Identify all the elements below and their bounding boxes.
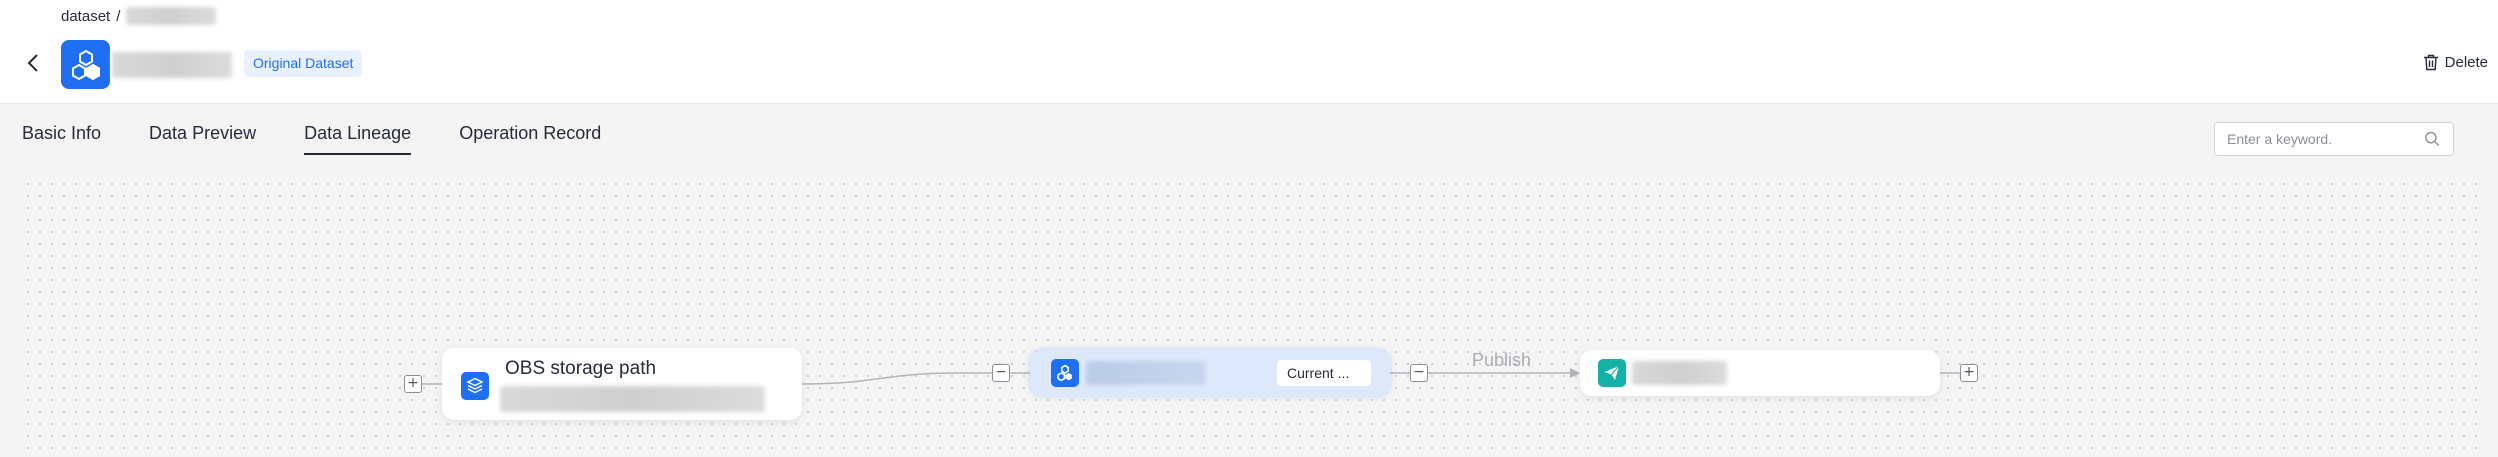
source-node-path-redacted [500,386,765,412]
expand-downstream-toggle[interactable]: + [1960,364,1978,382]
search-box [2214,122,2454,156]
source-node-icon [461,372,489,400]
delete-button[interactable]: Delete [2423,54,2488,71]
breadcrumb: dataset / [61,7,217,25]
back-button[interactable] [22,50,44,76]
hexagons-icon [1057,364,1072,382]
lineage-canvas[interactable] [22,178,2478,457]
edge-label-publish: Publish [1472,350,1532,370]
tab-data-preview[interactable]: Data Preview [149,123,256,155]
breadcrumb-current-redacted [126,7,217,25]
tab-data-lineage[interactable]: Data Lineage [304,123,412,155]
tab-operation-record[interactable]: Operation Record [459,123,601,155]
expand-upstream-toggle[interactable]: + [404,375,422,393]
published-node-icon [1598,359,1626,387]
paper-plane-icon [1604,365,1620,380]
source-node-title: OBS storage path [505,358,657,379]
chevron-left-icon [27,54,38,72]
dataset-icon [61,40,110,89]
breadcrumb-root[interactable]: dataset [61,8,110,25]
published-node-name-redacted [1632,361,1727,385]
hexagons-icon [71,49,100,80]
search-input[interactable] [2227,131,2425,147]
page-header: dataset / Original Dataset Delete [0,0,2498,104]
search-icon[interactable] [2424,130,2441,148]
published-node[interactable] [1580,350,1940,396]
current-node-name-redacted [1086,361,1206,385]
delete-label: Delete [2444,54,2488,71]
trash-icon [2423,54,2438,71]
dataset-type-tag: Original Dataset [244,50,363,77]
current-badge: Current ... [1277,360,1371,386]
breadcrumb-separator: / [116,7,121,25]
layers-icon [466,377,484,394]
source-node[interactable]: OBS storage path [442,348,802,420]
collapse-upstream-toggle[interactable]: − [992,364,1010,382]
collapse-downstream-toggle[interactable]: − [1410,364,1428,382]
tab-basic-info[interactable]: Basic Info [22,123,101,155]
dataset-name-redacted [112,52,232,78]
tab-bar: Basic Info Data Preview Data Lineage Ope… [22,123,601,155]
current-node-icon [1051,359,1079,387]
